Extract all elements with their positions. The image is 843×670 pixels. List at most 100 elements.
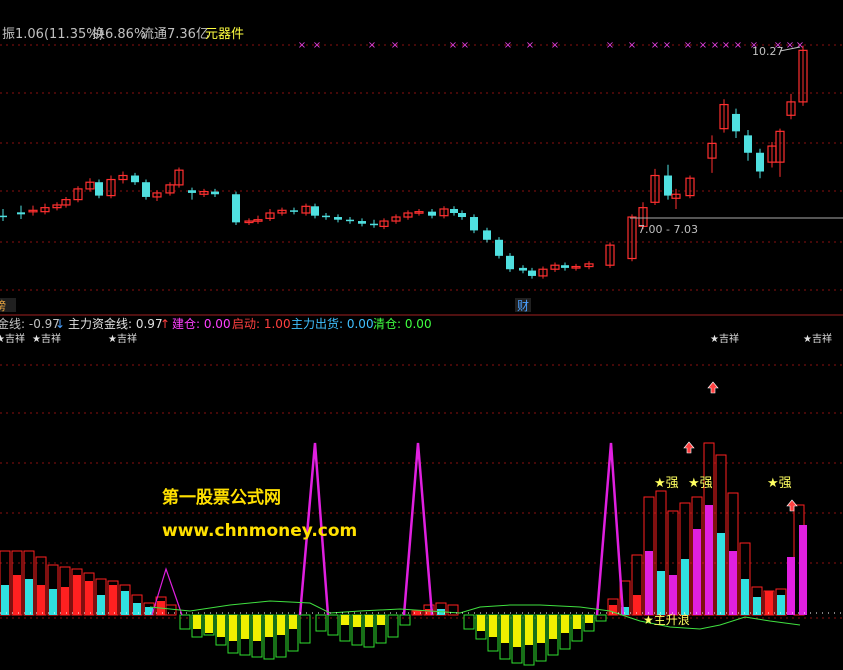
candle-body — [211, 191, 219, 195]
inner-bar — [341, 615, 349, 625]
inner-bar — [85, 581, 93, 615]
signal-x-marks: × × × × × × × × × × × × × × × × × × × × × × — [298, 40, 804, 51]
top-marker: ★吉祥 — [803, 332, 832, 345]
inner-bar — [477, 615, 485, 631]
candle-body — [428, 211, 436, 216]
inner-bar — [513, 615, 521, 647]
high-label: 10.27 — [752, 45, 784, 58]
range-label: 7.00 - 7.03 — [638, 223, 698, 236]
inner-bar — [277, 615, 285, 635]
top-marker: ★吉祥 — [108, 332, 137, 345]
inner-bar — [799, 525, 807, 615]
inner-bar — [705, 505, 713, 615]
top-marker: ★吉祥 — [710, 332, 739, 345]
inner-bar — [693, 529, 701, 615]
top-marker: ★吉祥 — [0, 332, 25, 345]
inner-bar — [633, 595, 641, 615]
signal-x-mark: × — [461, 40, 469, 51]
signal-x-mark: × — [663, 40, 671, 51]
inner-bar — [25, 579, 33, 615]
inner-bar — [669, 575, 677, 615]
inner-bar — [365, 615, 373, 627]
inner-bar — [377, 615, 385, 625]
inner-bar — [253, 615, 261, 641]
signal-x-mark: × — [711, 40, 719, 51]
candle-body — [495, 239, 503, 256]
candle-body — [756, 152, 764, 172]
indicator-item: 启动: 1.00 — [232, 317, 291, 331]
inner-bar — [217, 615, 225, 637]
candle-body — [483, 230, 491, 240]
inner-bar — [205, 615, 213, 633]
inner-bar — [729, 551, 737, 615]
candle-body — [506, 255, 514, 270]
candle-body — [17, 212, 25, 215]
inner-bar — [37, 585, 45, 615]
inner-bar — [489, 615, 497, 637]
candle-body — [290, 210, 298, 212]
inner-bar — [787, 557, 795, 615]
candle-body — [346, 219, 354, 222]
inner-bar — [573, 615, 581, 629]
header-turnover: 换6.86% — [92, 27, 146, 42]
watermark-title: 第一股票公式网 — [162, 487, 281, 508]
watermark-url: www.chnmoney.com — [162, 521, 357, 541]
signal-x-mark: × — [551, 40, 559, 51]
rise-label: ★主升浪 — [643, 612, 690, 627]
inner-bar — [741, 579, 749, 615]
inner-bar — [657, 571, 665, 615]
inner-bar — [1, 585, 9, 615]
inner-bar — [561, 615, 569, 633]
inner-bar — [717, 533, 725, 615]
candle-body — [744, 135, 752, 153]
candle-body — [519, 267, 527, 271]
signal-x-mark: × — [391, 40, 399, 51]
candle-body — [358, 221, 366, 224]
indicator-item: ↑ — [160, 317, 170, 331]
signal-x-mark: × — [368, 40, 376, 51]
inner-bar — [585, 615, 593, 623]
signal-x-mark: × — [298, 40, 306, 51]
strong-label-3: ★强 — [767, 476, 792, 491]
indicator-item: 主力资金线: 0.97 — [68, 316, 163, 331]
strong-label-1: ★强 — [654, 476, 679, 491]
indicator-item: ↓ — [55, 317, 65, 331]
candle-body — [142, 182, 150, 197]
indicator-header: 金线: -0.97↓ 主力资金线: 0.97↑ 建仓: 0.00启动: 1.00主力… — [0, 316, 432, 331]
inner-bar — [121, 591, 129, 615]
signal-x-mark: × — [628, 40, 636, 51]
inner-bar — [265, 615, 273, 637]
inner-bar — [289, 615, 297, 629]
candle-body — [311, 206, 319, 216]
inner-bar — [109, 585, 117, 615]
candle-body — [131, 175, 139, 183]
inner-bar — [753, 597, 761, 615]
inner-bar — [61, 587, 69, 615]
candle-body — [458, 213, 466, 218]
candle-body — [528, 270, 536, 276]
event-tag: 财 — [517, 299, 529, 313]
inner-bar — [525, 615, 533, 645]
signal-x-mark: × — [699, 40, 707, 51]
inner-bar — [765, 591, 773, 615]
indicator-item: 主力出货: 0.00 — [291, 316, 374, 331]
strong-label-2: ★强 — [688, 476, 713, 491]
signal-x-mark: × — [449, 40, 457, 51]
inner-bar — [73, 575, 81, 615]
signal-x-mark: × — [504, 40, 512, 51]
signal-x-mark: × — [526, 40, 534, 51]
inner-bar — [537, 615, 545, 643]
indicator-item: 金线: -0.97 — [0, 316, 60, 331]
inner-bar — [133, 603, 141, 615]
signal-x-mark: × — [313, 40, 321, 51]
inner-bar — [97, 595, 105, 615]
signal-x-mark: × — [684, 40, 692, 51]
inner-bar — [645, 551, 653, 615]
candle-body — [334, 217, 342, 220]
inner-bar — [193, 615, 201, 629]
inner-bar — [353, 615, 361, 627]
inner-bar — [549, 615, 557, 639]
candle-body — [450, 208, 458, 214]
stock-chart[interactable]: 振1.06(11.35%) 换6.86% 流通7.36亿 元器件 × × × × × × ×… — [0, 0, 843, 670]
event-tag: 榜 — [0, 298, 6, 313]
